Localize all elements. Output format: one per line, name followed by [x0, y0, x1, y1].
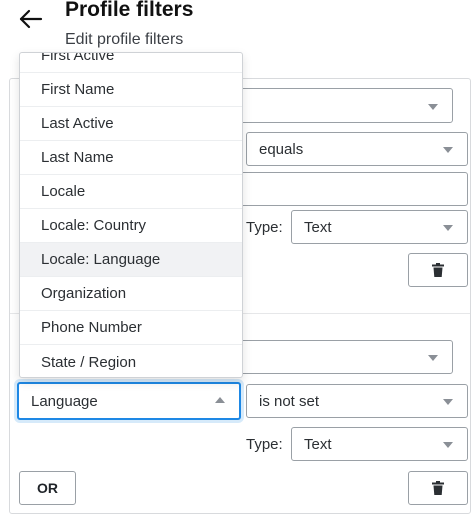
filter1-type-value: Text	[304, 218, 332, 236]
menu-item-first-name[interactable]: First Name	[20, 73, 242, 107]
trash-icon	[432, 481, 444, 495]
filter2-type-label: Type:	[246, 436, 283, 453]
trash-icon	[432, 263, 444, 277]
menu-item-state-region[interactable]: State / Region	[20, 345, 242, 377]
chevron-up-icon	[215, 397, 225, 403]
field-dropdown-menu: First Active First Name Last Active Last…	[19, 52, 243, 378]
filter2-field-value: Language	[31, 392, 98, 410]
menu-item-first-active[interactable]: First Active	[20, 53, 242, 73]
back-button[interactable]	[16, 2, 46, 32]
filter2-type-value: Text	[304, 435, 332, 453]
filter1-operator-select[interactable]: equals	[246, 132, 468, 166]
menu-item-locale-country[interactable]: Locale: Country	[20, 209, 242, 243]
or-button[interactable]: OR	[19, 471, 76, 505]
chevron-down-icon	[428, 103, 438, 110]
filter1-type-select[interactable]: Text	[291, 210, 468, 244]
page-title: Profile filters	[65, 0, 194, 21]
filter2-type-select[interactable]: Text	[291, 427, 468, 461]
filter1-type-label: Type:	[246, 219, 283, 236]
chevron-down-icon	[443, 225, 453, 231]
chevron-down-icon	[428, 355, 438, 361]
filter1-delete-button[interactable]	[408, 253, 468, 287]
menu-item-phone-number[interactable]: Phone Number	[20, 311, 242, 345]
filter1-value-input[interactable]	[235, 172, 468, 206]
menu-item-last-active[interactable]: Last Active	[20, 107, 242, 141]
menu-item-organization[interactable]: Organization	[20, 277, 242, 311]
filter2-field-select[interactable]: Language	[17, 382, 241, 420]
menu-item-last-name[interactable]: Last Name	[20, 141, 242, 175]
chevron-down-icon	[443, 399, 453, 405]
filter1-operator-value: equals	[259, 140, 304, 158]
chevron-down-icon	[443, 442, 453, 448]
page-subtitle: Edit profile filters	[65, 31, 184, 48]
filter2-property-select[interactable]	[235, 340, 453, 374]
filter2-delete-button[interactable]	[408, 471, 468, 505]
filter2-operator-select[interactable]: is not set	[246, 384, 468, 418]
filter1-property-select[interactable]	[235, 88, 453, 123]
back-arrow-icon	[19, 9, 43, 29]
menu-item-locale[interactable]: Locale	[20, 175, 242, 209]
filter2-operator-value: is not set	[259, 392, 320, 410]
menu-item-locale-language[interactable]: Locale: Language	[20, 243, 242, 277]
chevron-down-icon	[443, 147, 453, 153]
